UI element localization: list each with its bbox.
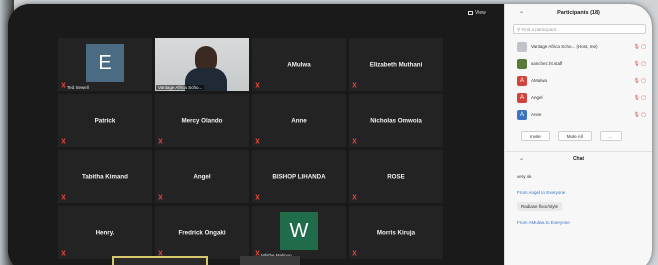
participant-search-input[interactable]: ⚲ Find a participant xyxy=(513,24,646,34)
participant-avatar xyxy=(517,41,527,52)
chat-message-text: very ok xyxy=(517,174,532,179)
participant-avatar: A xyxy=(517,75,527,86)
participant-avatar: A xyxy=(517,92,527,103)
muted-mic-icon xyxy=(61,138,66,144)
zoom-window: View E Ted Sewell Vantage Africa Scho... AM… xyxy=(8,4,652,265)
thumbnail-strip-item[interactable] xyxy=(240,256,300,265)
participants-header: ⌄ Participants (18) xyxy=(505,4,652,22)
participant-name: Morris Kiruja xyxy=(376,229,416,236)
participant-name: ROSE xyxy=(387,173,405,180)
participant-tile[interactable]: Angel xyxy=(155,150,249,203)
muted-mic-icon xyxy=(352,82,357,88)
participant-row[interactable]: A AMulwa 🎙 ▢ xyxy=(505,72,652,89)
grid-icon xyxy=(468,11,473,15)
avatar: W xyxy=(280,212,318,250)
participant-name: Fredrick Ongaki xyxy=(178,229,226,236)
participant-caption: Vantage Africa Scho... xyxy=(156,85,205,90)
chevron-down-icon[interactable]: ⌄ xyxy=(519,8,524,15)
participant-row-name: Anne xyxy=(531,112,542,117)
participant-tile[interactable]: WMbithe Malmon xyxy=(252,206,346,259)
participants-panel: ⌄ Participants (18) ⚲ Find a participant… xyxy=(504,4,652,265)
participant-name: AMulwa xyxy=(287,61,311,68)
chat-header: ⌄ Chat xyxy=(505,151,652,165)
mic-video-icon[interactable]: 🎙 ▢ xyxy=(634,78,646,84)
muted-mic-icon xyxy=(158,138,163,144)
participants-title: Participants (18) xyxy=(557,10,600,16)
participant-tile[interactable]: Patrick xyxy=(58,94,152,147)
chat-title: Chat xyxy=(572,155,585,162)
participant-tile[interactable]: Tabitha Kimand xyxy=(58,150,152,203)
chat-message-text: Radiase floor/style xyxy=(517,202,563,211)
participant-tile[interactable]: Vantage Africa Scho... xyxy=(155,38,249,91)
muted-mic-icon xyxy=(255,194,260,200)
chevron-down-icon[interactable]: ⌄ xyxy=(519,155,524,162)
participant-row-name: AMulwa xyxy=(531,78,548,83)
participant-tile[interactable]: Nicholas Omwoia xyxy=(349,94,443,147)
view-button[interactable]: View xyxy=(468,10,486,16)
avatar: E xyxy=(86,44,124,82)
search-placeholder: Find a participant xyxy=(521,27,557,32)
participant-row-name: Vantage Africa Scho... (Host, me) xyxy=(531,44,598,49)
participant-tile[interactable]: AMulwa xyxy=(252,38,346,91)
participant-tile[interactable]: ROSE xyxy=(349,150,443,203)
muted-mic-icon xyxy=(61,250,66,256)
participant-name: Nicholas Omwoia xyxy=(370,117,422,124)
mute-all-button[interactable]: Mute All xyxy=(557,131,592,141)
participant-caption: Ted Sewell xyxy=(67,85,89,90)
chat-message: Radiase floor/style xyxy=(505,195,652,213)
muted-mic-icon xyxy=(255,82,260,88)
participant-tile[interactable]: Fredrick Ongaki xyxy=(155,206,249,259)
participant-row[interactable]: Vantage Africa Scho... (Host, me) 🎙 ▢ xyxy=(505,38,652,55)
participant-row[interactable]: A Angel 🎙 ▢ xyxy=(505,89,652,106)
muted-mic-icon xyxy=(158,194,163,200)
participant-tile[interactable]: Elizabeth Muthani xyxy=(349,38,443,91)
participant-avatar: A xyxy=(517,109,527,120)
mic-video-icon[interactable]: 🎙 ▢ xyxy=(634,61,646,67)
participant-grid: E Ted Sewell Vantage Africa Scho... AMulwa E… xyxy=(58,38,443,259)
participant-row[interactable]: A Anne 🎙 ▢ xyxy=(505,106,652,123)
mic-video-icon[interactable]: 🎙 ▢ xyxy=(634,95,646,101)
invite-button[interactable]: Invite xyxy=(521,131,550,141)
gallery-view: View E Ted Sewell Vantage Africa Scho... AM… xyxy=(8,4,504,265)
muted-mic-icon xyxy=(61,194,66,200)
view-label: View xyxy=(475,10,486,16)
video-feed: Vantage Africa Scho... xyxy=(155,38,249,91)
participant-tile[interactable]: Mercy Olando xyxy=(155,94,249,147)
muted-mic-icon xyxy=(61,82,66,88)
muted-mic-icon xyxy=(352,250,357,256)
participant-tile[interactable]: Henry. xyxy=(58,206,152,259)
participant-list: Vantage Africa Scho... (Host, me) 🎙 ▢ sanc… xyxy=(505,38,652,123)
participant-row[interactable]: sanchez.ht.staff 🎙 ▢ xyxy=(505,55,652,72)
muted-mic-icon xyxy=(352,138,357,144)
participant-name: Tabitha Kimand xyxy=(82,173,128,180)
participant-tile[interactable]: E Ted Sewell xyxy=(58,38,152,91)
participant-name: Henry. xyxy=(95,229,115,236)
chat-sender: From AMulwa to Everyone xyxy=(517,220,570,225)
participant-name: Anne xyxy=(291,117,307,124)
participant-name: Elizabeth Muthani xyxy=(369,61,423,68)
muted-mic-icon xyxy=(255,138,260,144)
participant-row-name: sanchez.ht.staff xyxy=(531,61,563,66)
participant-tile[interactable]: BISHOP LIHANDA xyxy=(252,150,346,203)
chat-messages: very ok From Angel to Everyone Radiase flo… xyxy=(505,165,652,225)
mic-video-icon[interactable]: 🎙 ▢ xyxy=(634,112,646,118)
more-button[interactable]: ... xyxy=(599,131,622,141)
participant-avatar xyxy=(517,58,527,69)
participant-tile[interactable]: Anne xyxy=(252,94,346,147)
participant-actions: Invite Mute All ... xyxy=(505,123,652,141)
participant-name: Angel xyxy=(193,173,211,180)
participant-name: Patrick xyxy=(94,117,116,124)
mic-video-icon[interactable]: 🎙 ▢ xyxy=(634,44,646,50)
thumbnail-strip-item[interactable] xyxy=(112,256,208,265)
participant-name: Mercy Olando xyxy=(181,117,223,124)
participant-tile[interactable]: Morris Kiruja xyxy=(349,206,443,259)
chat-message: very ok xyxy=(505,165,652,183)
participant-row-name: Angel xyxy=(531,95,543,100)
muted-mic-icon xyxy=(352,194,357,200)
participant-name: BISHOP LIHANDA xyxy=(272,173,326,180)
